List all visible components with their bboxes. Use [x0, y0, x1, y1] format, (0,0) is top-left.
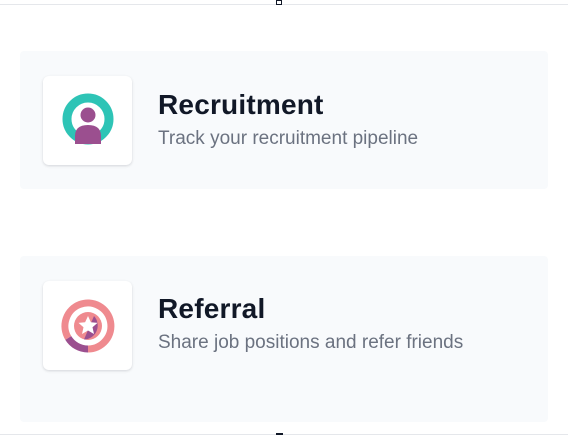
top-divider — [0, 4, 568, 5]
bottom-divider — [0, 434, 568, 435]
recruitment-logo-icon — [62, 93, 113, 144]
referral-icon-tile — [43, 281, 132, 370]
app-selector-panel: Recruitment Track your recruitment pipel… — [0, 0, 568, 436]
referral-star-icon — [60, 299, 114, 353]
resize-handle-bottom[interactable] — [276, 433, 283, 435]
resize-handle-top[interactable] — [276, 0, 282, 5]
referral-card[interactable]: Referral Share job positions and refer f… — [20, 256, 548, 422]
recruitment-card[interactable]: Recruitment Track your recruitment pipel… — [20, 51, 548, 189]
referral-title: Referral — [158, 293, 266, 324]
recruitment-icon-tile — [43, 76, 132, 165]
recruitment-description: Track your recruitment pipeline — [158, 128, 419, 149]
recruitment-title: Recruitment — [158, 89, 324, 120]
referral-description: Share job positions and refer friends — [158, 332, 464, 353]
